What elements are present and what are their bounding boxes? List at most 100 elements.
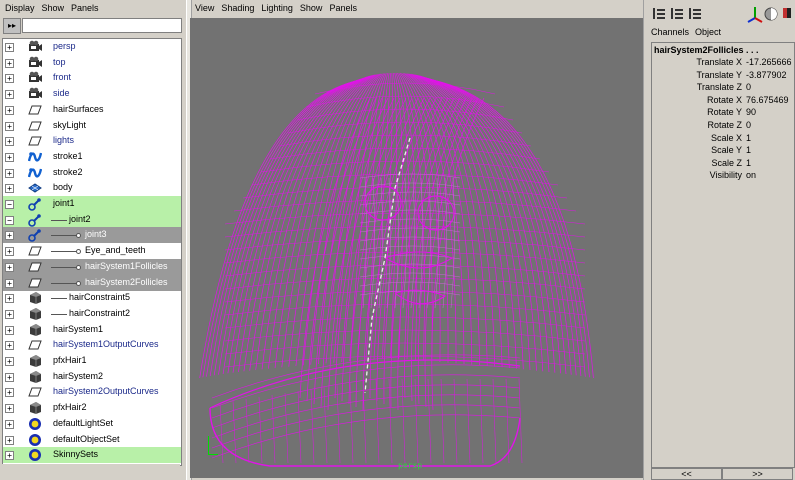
expand-toggle-icon[interactable]: + — [5, 404, 14, 414]
outliner-row-label: skyLight — [53, 119, 87, 130]
tab-channels[interactable]: Channels — [651, 27, 689, 39]
attribute-value-field[interactable]: 1 — [746, 158, 751, 168]
3d-viewport-canvas[interactable]: persp — [190, 18, 643, 478]
expand-toggle-icon[interactable]: + — [5, 388, 14, 398]
expand-toggle-icon[interactable]: + — [5, 278, 14, 288]
outliner-row[interactable]: + hairSystem2Follicles — [3, 274, 181, 291]
channel-attribute-row[interactable]: Scale Y 1 — [652, 144, 792, 156]
shading-ball-icon[interactable] — [764, 7, 778, 21]
manipulator-icon[interactable] — [747, 7, 763, 23]
channel-attribute-row[interactable]: Translate Z 0 — [652, 81, 792, 93]
cube-icon — [28, 291, 42, 305]
outliner-row[interactable]: + hairSystem1Follicles — [3, 258, 181, 275]
expand-toggle-icon[interactable]: + — [5, 247, 14, 257]
channel-attribute-row[interactable]: Rotate Y 90 — [652, 106, 792, 118]
channel-attribute-row[interactable]: Visibility on — [652, 169, 792, 181]
outliner-row[interactable]: + hairSystem2OutputCurves — [3, 384, 181, 400]
attribute-value-field[interactable]: -17.265666 — [746, 57, 792, 67]
outliner-row[interactable]: + hairConstraint5 — [3, 290, 181, 306]
expand-toggle-icon[interactable]: + — [5, 419, 14, 429]
expand-toggle-icon[interactable]: + — [5, 231, 14, 241]
filter-arrows-icon[interactable]: ▸▸ — [3, 18, 21, 34]
outliner-row[interactable]: + SkinnySets — [3, 447, 181, 464]
viewport-menu-show[interactable]: Show — [300, 3, 323, 13]
expand-toggle-icon[interactable]: + — [5, 325, 14, 335]
outliner-row[interactable]: + persp — [3, 39, 181, 55]
viewport-menu-shading[interactable]: Shading — [221, 3, 254, 13]
expand-toggle-icon[interactable]: + — [5, 372, 14, 382]
outliner-menu-display[interactable]: Display — [5, 3, 35, 13]
attribute-value-field[interactable]: 1 — [746, 133, 751, 143]
expand-toggle-icon[interactable]: + — [5, 90, 14, 100]
viewport-menu-view[interactable]: View — [195, 3, 214, 13]
expand-toggle-icon[interactable]: + — [5, 43, 14, 52]
channel-attribute-row[interactable]: Rotate X 76.675469 — [652, 94, 792, 106]
expand-toggle-icon[interactable]: + — [5, 341, 14, 351]
channel-attribute-row[interactable]: Translate Y -3.877902 — [652, 69, 792, 81]
expand-toggle-icon[interactable]: + — [5, 309, 14, 319]
brush-icon[interactable] — [783, 8, 791, 18]
outliner-row[interactable]: + hairSystem1OutputCurves — [3, 337, 181, 353]
outliner-row[interactable]: + stroke1 — [3, 149, 181, 165]
attribute-value-field[interactable]: -3.877902 — [746, 70, 787, 80]
viewport-menu-lighting[interactable]: Lighting — [261, 3, 293, 13]
expand-toggle-icon[interactable]: + — [5, 451, 14, 461]
outliner-row[interactable]: + skyLight — [3, 118, 181, 134]
outliner-row[interactable]: + pfxHair1 — [3, 353, 181, 369]
channel-attribute-row[interactable]: Scale X 1 — [652, 132, 792, 144]
outliner-row[interactable]: + stroke2 — [3, 165, 181, 181]
expand-toggle-icon[interactable]: + — [5, 58, 14, 68]
attribute-value-field[interactable]: 1 — [746, 145, 751, 155]
expand-toggle-icon[interactable]: + — [5, 168, 14, 178]
set-icon — [28, 385, 42, 399]
viewport-menu-panels[interactable]: Panels — [329, 3, 357, 13]
channel-attribute-row[interactable]: Scale Z 1 — [652, 157, 792, 169]
expand-toggle-icon[interactable]: + — [5, 137, 14, 147]
collapse-toggle-icon[interactable]: − — [5, 215, 14, 225]
outliner-row[interactable]: − joint2 — [3, 211, 181, 228]
outliner-row[interactable]: + top — [3, 55, 181, 71]
expand-toggle-icon[interactable]: + — [5, 262, 14, 272]
expand-toggle-icon[interactable]: + — [5, 294, 14, 304]
channel-layout-icon-2[interactable] — [671, 8, 683, 19]
channel-attribute-row[interactable]: Translate X -17.265666 — [652, 56, 792, 68]
expand-toggle-icon[interactable]: + — [5, 74, 14, 84]
outliner-row[interactable]: + defaultLightSet — [3, 416, 181, 432]
collapse-left-button[interactable]: << — [651, 468, 722, 480]
outliner-row[interactable]: + hairSystem2 — [3, 369, 181, 385]
outliner-row[interactable]: + pfxHair2 — [3, 400, 181, 416]
tab-object[interactable]: Object — [695, 27, 721, 39]
outliner-row[interactable]: + hairSystem1 — [3, 322, 181, 338]
outliner-menu-show[interactable]: Show — [42, 3, 65, 13]
collapse-right-button[interactable]: >> — [722, 468, 793, 480]
outliner-row[interactable]: + lights — [3, 133, 181, 149]
outliner-row[interactable]: + side — [3, 86, 181, 102]
attribute-value-field[interactable]: on — [746, 170, 756, 180]
attribute-value-field[interactable]: 90 — [746, 107, 756, 117]
outliner-row[interactable]: − joint1 — [3, 196, 181, 212]
expand-toggle-icon[interactable]: + — [5, 357, 14, 366]
channel-layout-icon-1[interactable] — [653, 8, 665, 19]
outliner-horizontal-scrollbar[interactable] — [2, 464, 180, 478]
attribute-value-field[interactable]: 76.675469 — [746, 95, 789, 105]
expand-toggle-icon[interactable]: + — [5, 105, 14, 115]
outliner-row[interactable]: + front — [3, 70, 181, 86]
outliner-row[interactable]: + Eye_and_teeth — [3, 243, 181, 259]
outliner-row[interactable]: + defaultObjectSet — [3, 432, 181, 448]
channel-layout-icon-3[interactable] — [689, 8, 701, 19]
expand-toggle-icon[interactable]: + — [5, 435, 14, 445]
expand-toggle-icon[interactable]: + — [5, 184, 14, 194]
attribute-value-field[interactable]: 0 — [746, 82, 751, 92]
outliner-row-label: Eye_and_teeth — [85, 245, 146, 256]
outliner-row[interactable]: + hairSurfaces — [3, 102, 181, 118]
outliner-menu-panels[interactable]: Panels — [71, 3, 99, 13]
expand-toggle-icon[interactable]: + — [5, 121, 14, 131]
collapse-toggle-icon[interactable]: − — [5, 200, 14, 209]
expand-toggle-icon[interactable]: + — [5, 152, 14, 162]
channel-attribute-row[interactable]: Rotate Z 0 — [652, 119, 792, 131]
attribute-value-field[interactable]: 0 — [746, 120, 751, 130]
outliner-row[interactable]: + joint3 — [3, 227, 181, 244]
outliner-row[interactable]: + hairConstraint2 — [3, 306, 181, 322]
outliner-row[interactable]: + body — [3, 180, 181, 196]
outliner-filter-input[interactable] — [22, 18, 182, 33]
